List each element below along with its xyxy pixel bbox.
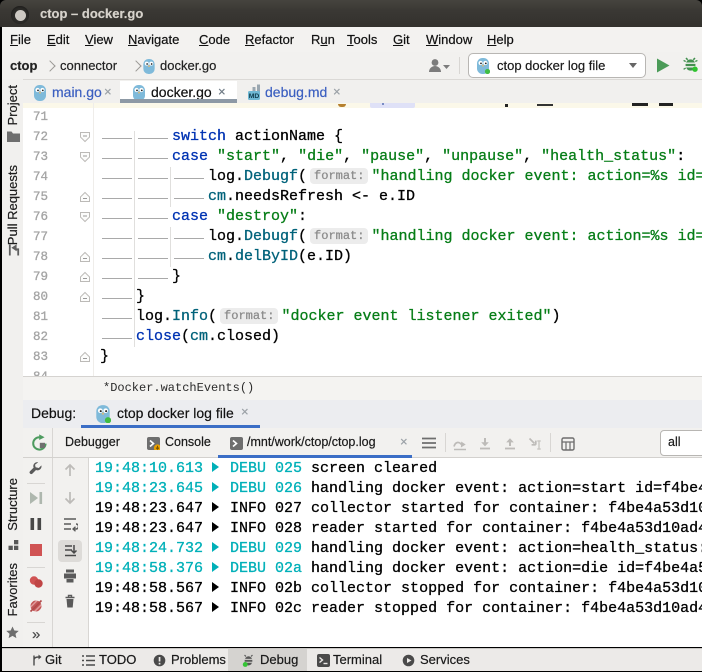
svg-text:MD: MD: [249, 93, 260, 100]
